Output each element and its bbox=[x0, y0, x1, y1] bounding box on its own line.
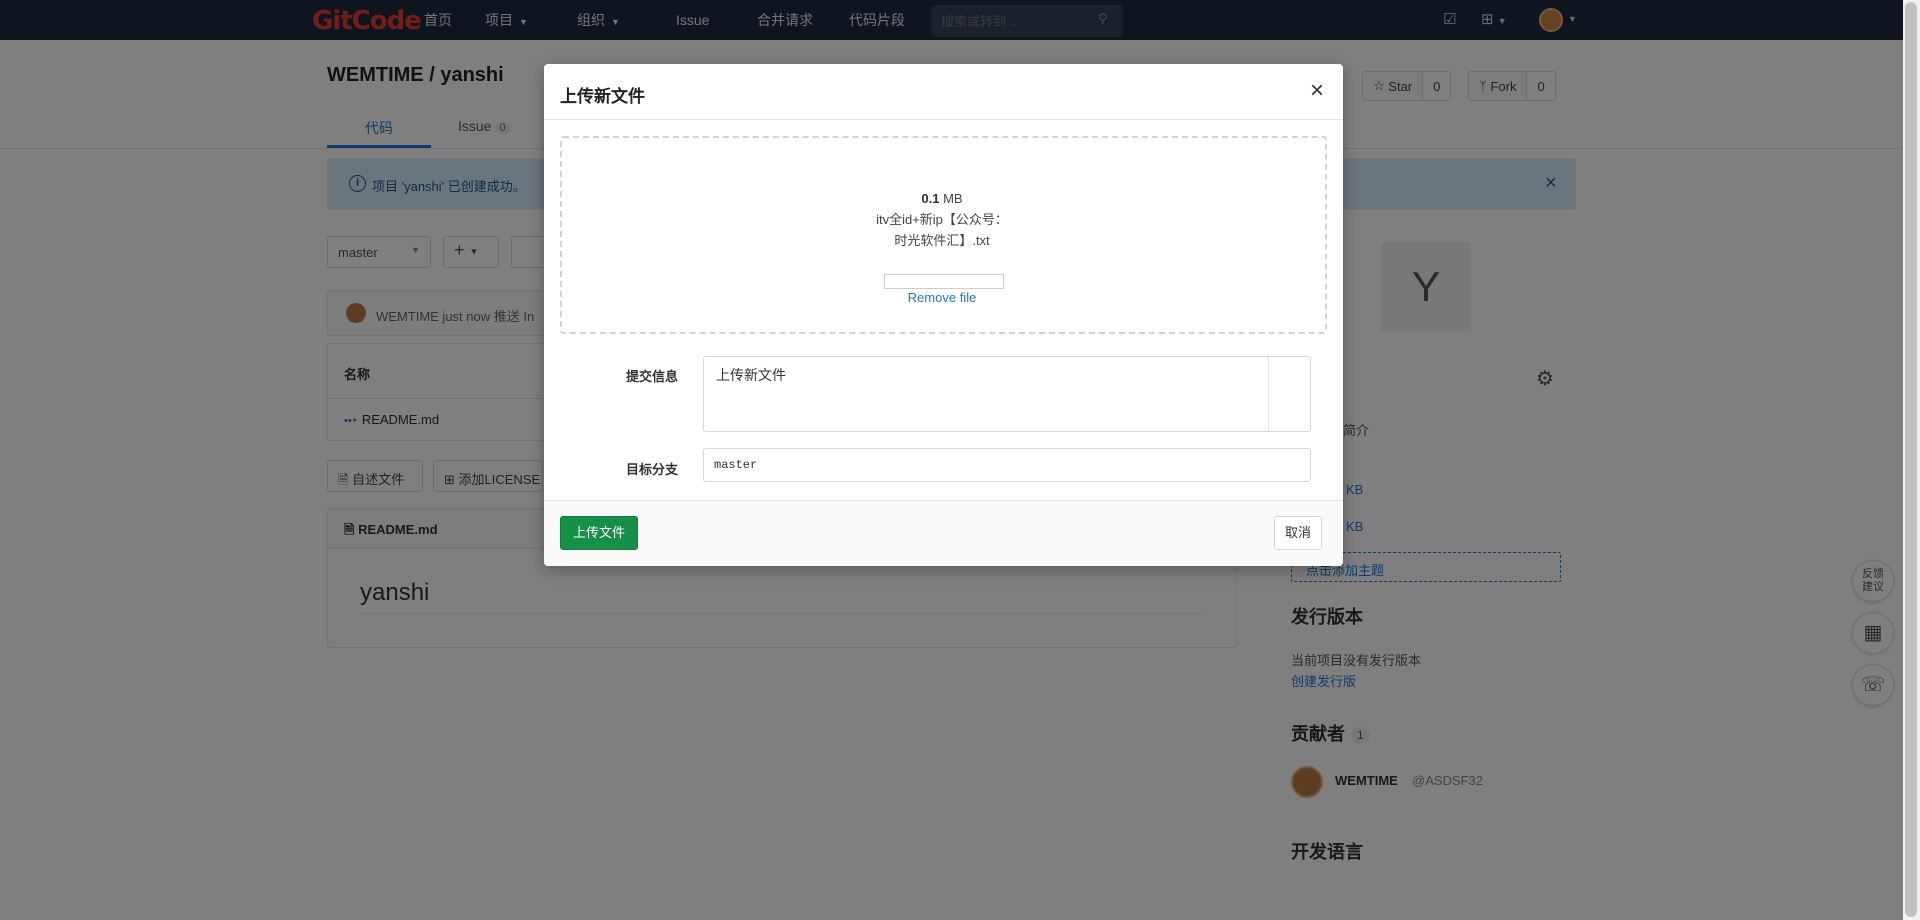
commit-message-input[interactable]: 上传新文件 bbox=[703, 356, 1311, 432]
target-branch-label: 目标分支 bbox=[625, 462, 678, 477]
upload-file-modal: 上传新文件 × 0.1 MB itv全id+新ip【公众号：时光软件汇】.txt… bbox=[544, 64, 1343, 566]
modal-header: 上传新文件 × bbox=[544, 64, 1343, 120]
upload-progress-bar bbox=[884, 274, 1004, 289]
cancel-button[interactable]: 取消 bbox=[1274, 516, 1323, 550]
modal-title: 上传新文件 bbox=[560, 87, 645, 106]
upload-file-button[interactable]: 上传文件 bbox=[560, 516, 639, 550]
page-scrollbar[interactable] bbox=[1905, 2, 1917, 917]
file-dropzone[interactable]: 0.1 MB itv全id+新ip【公众号：时光软件汇】.txt Remove … bbox=[560, 136, 1327, 334]
remove-file-link[interactable]: Remove file bbox=[872, 290, 1012, 305]
dropzone-file-preview: 0.1 MB itv全id+新ip【公众号：时光软件汇】.txt bbox=[872, 188, 1012, 251]
file-size: 0.1 MB bbox=[872, 188, 1012, 209]
textarea-scrollbar bbox=[1268, 357, 1310, 431]
target-branch-input[interactable] bbox=[703, 448, 1311, 482]
commit-message-label: 提交信息 bbox=[625, 369, 678, 384]
close-icon[interactable]: × bbox=[1310, 77, 1324, 105]
file-size-unit: MB bbox=[943, 191, 963, 206]
file-size-value: 0.1 bbox=[921, 191, 940, 206]
modal-footer: 上传文件 取消 bbox=[544, 500, 1343, 566]
file-name: itv全id+新ip【公众号：时光软件汇】.txt bbox=[876, 212, 1008, 248]
